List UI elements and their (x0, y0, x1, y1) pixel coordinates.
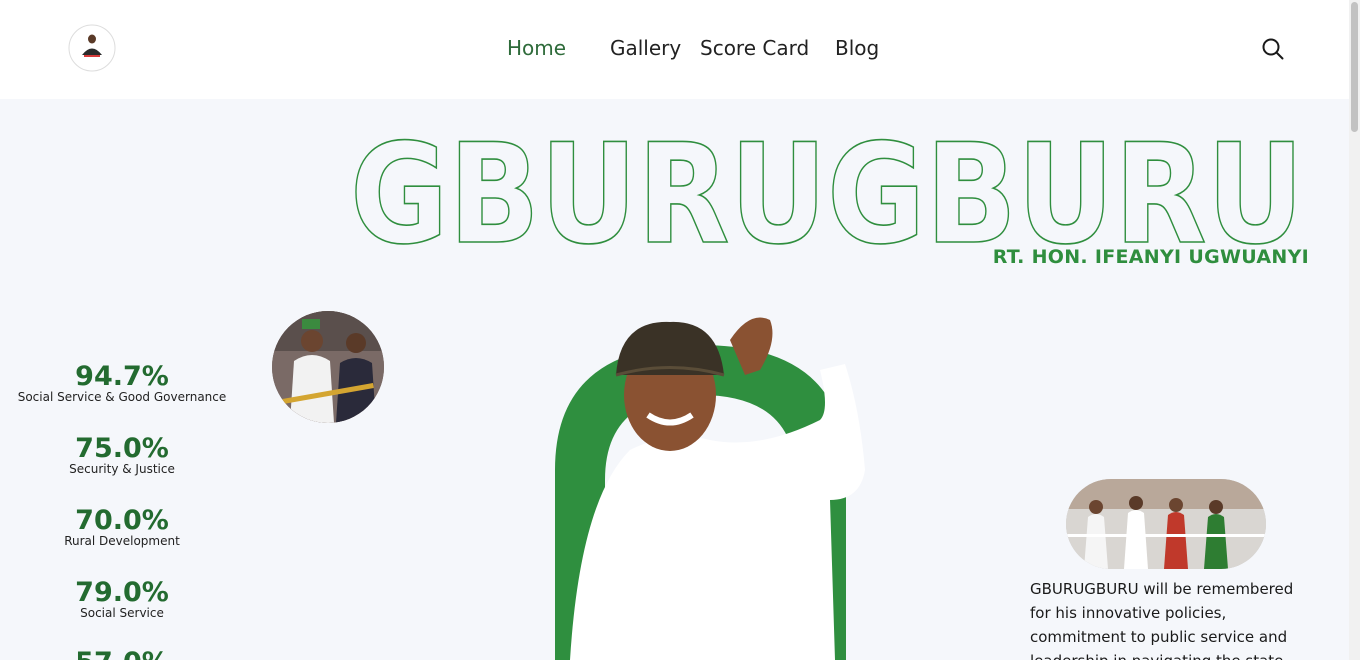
stat-label: Social Service & Good Governance (17, 390, 227, 404)
page-scrollbar[interactable] (1349, 0, 1360, 660)
hero-title: GBURUGBURU (349, 113, 1305, 276)
stat-item: 75.0% Security & Justice (0, 433, 244, 476)
search-icon (1262, 38, 1284, 60)
search-button[interactable] (1261, 37, 1285, 61)
nav-gallery[interactable]: Gallery (610, 36, 681, 60)
stat-value: 70.0% (75, 505, 169, 536)
bio-text: GBURUGBURU will be remembered for his in… (1030, 580, 1294, 660)
stat-item: 70.0% Rural Development (0, 505, 244, 548)
commissioning-photo (1066, 479, 1266, 569)
stat-item: 94.7% Social Service & Good Governance (0, 361, 244, 404)
site-header: Home Gallery Score Card Blog (0, 0, 1349, 99)
stat-value: 57.0% (0, 649, 244, 660)
stat-item: 79.0% Social Service (0, 577, 244, 620)
stat-label: Social Service (80, 606, 164, 620)
stat-label: Security & Justice (69, 462, 175, 476)
stat-value: 94.7% (75, 361, 169, 392)
nav-blog[interactable]: Blog (835, 36, 879, 60)
nav-home[interactable]: Home (507, 36, 566, 60)
stat-item: 57.0% (0, 649, 244, 660)
nav-score-card[interactable]: Score Card (700, 36, 809, 60)
ribbon-cutting-photo (272, 311, 384, 423)
stat-value: 79.0% (75, 577, 169, 608)
main-nav: Home Gallery Score Card Blog (0, 36, 1349, 66)
stat-label: Rural Development (64, 534, 180, 548)
governor-portrait (520, 300, 900, 660)
hero-subtitle: RT. HON. IFEANYI UGWUANYI (992, 246, 1309, 268)
scrollbar-thumb[interactable] (1351, 2, 1358, 132)
stat-value: 75.0% (75, 433, 169, 464)
